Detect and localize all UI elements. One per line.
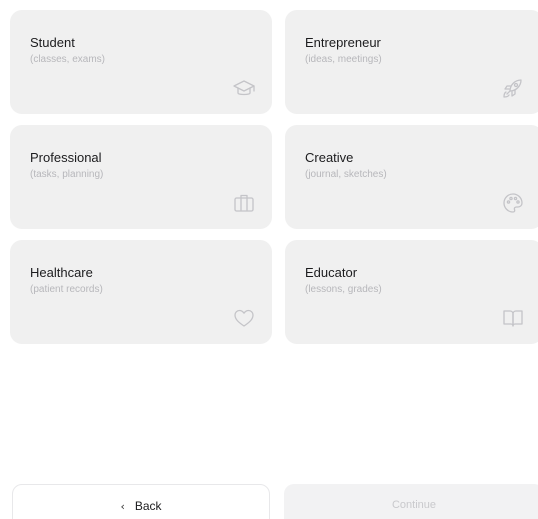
option-subtitle: (journal, sketches) [305, 169, 387, 180]
option-title: Entrepreneur [305, 35, 381, 50]
option-subtitle: (tasks, planning) [30, 169, 104, 180]
option-card-creative[interactable]: Creative (journal, sketches) [285, 125, 538, 229]
option-title: Student [30, 35, 75, 50]
briefcase-icon [232, 191, 256, 215]
option-subtitle: (classes, exams) [30, 54, 106, 65]
option-card-entrepreneur[interactable]: Entrepreneur (ideas, meetings) [285, 10, 538, 114]
graduation-cap-icon [232, 76, 256, 100]
option-card-educator[interactable]: Educator (lessons, grades) [285, 240, 538, 344]
option-title: Professional [30, 150, 102, 165]
rocket-icon [501, 76, 525, 100]
continue-button-label: Continue [391, 499, 437, 511]
chevron-left-icon: ‹ [120, 499, 125, 513]
option-title: Creative [305, 150, 354, 165]
occupation-selection-screen: Student (classes, exams) Entrepreneur (i… [0, 0, 538, 519]
back-button[interactable]: ‹ Back [12, 484, 270, 519]
heart-icon [232, 306, 256, 330]
option-card-healthcare[interactable]: Healthcare (patient records) [10, 240, 272, 344]
back-button-content: ‹ Back [120, 499, 161, 513]
option-card-professional[interactable]: Professional (tasks, planning) [10, 125, 272, 229]
continue-button[interactable]: Continue [284, 484, 538, 519]
back-button-label: Back [134, 499, 162, 513]
option-subtitle: (ideas, meetings) [305, 54, 382, 65]
option-title: Educator [305, 265, 358, 280]
palette-icon [501, 191, 525, 215]
book-icon [501, 306, 525, 330]
option-subtitle: (patient records) [30, 284, 103, 295]
option-title: Healthcare [30, 265, 93, 280]
option-subtitle: (lessons, grades) [305, 284, 382, 295]
option-card-student[interactable]: Student (classes, exams) [10, 10, 272, 114]
